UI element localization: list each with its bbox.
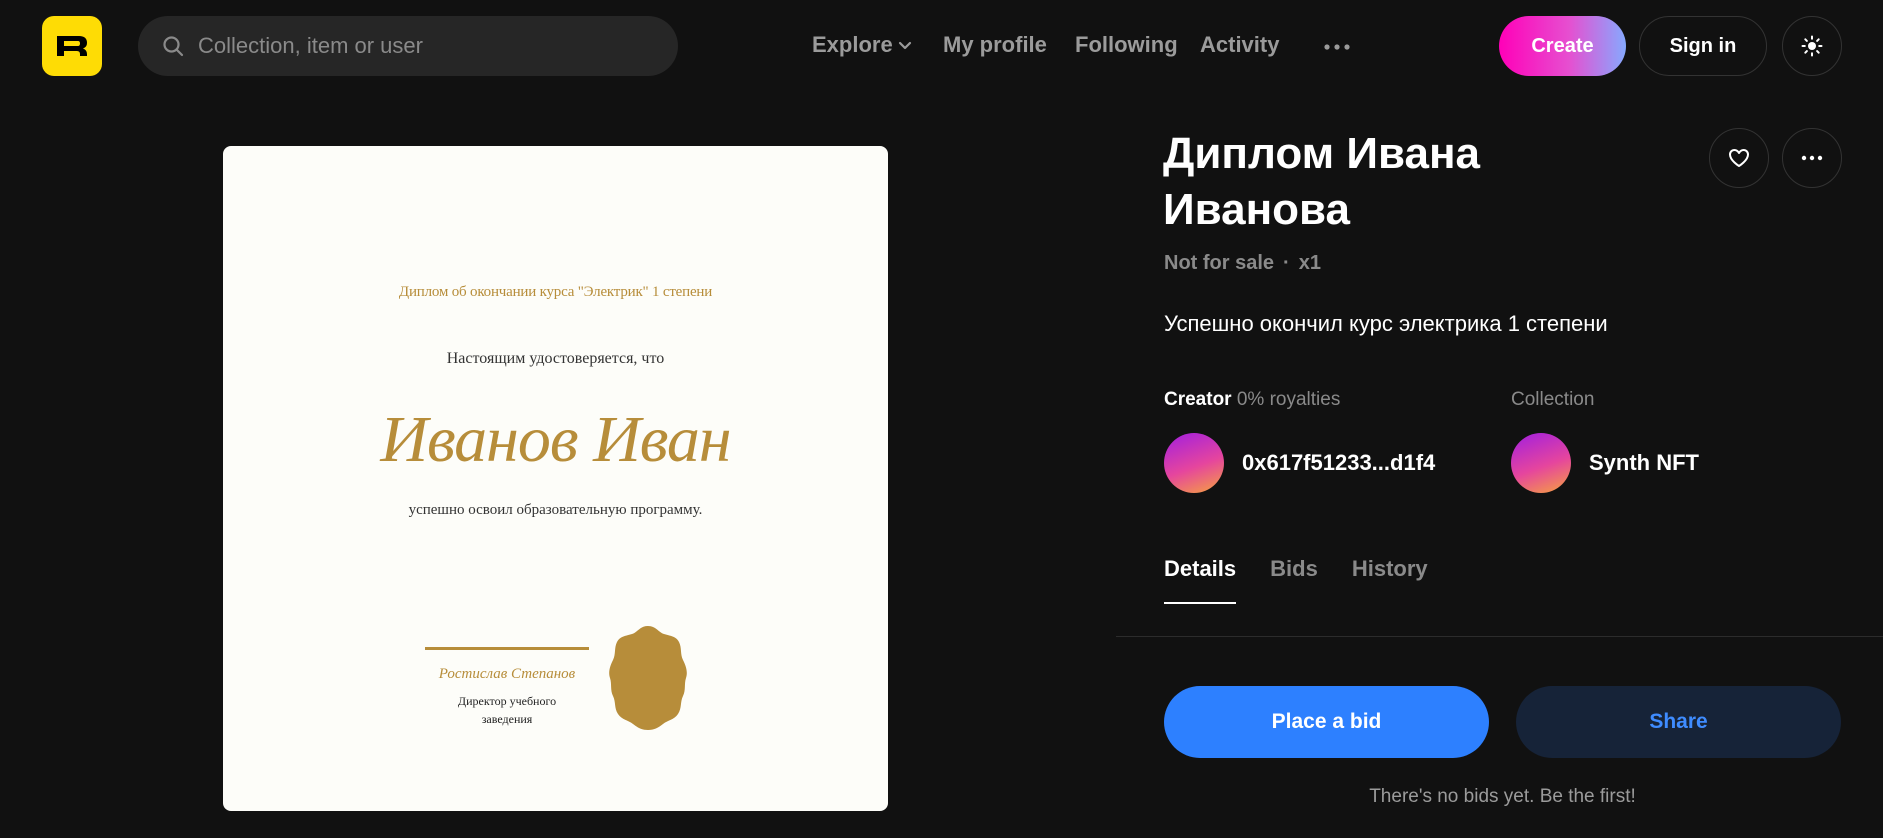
item-options-button[interactable]: [1782, 128, 1842, 188]
no-bids-message: There's no bids yet. Be the first!: [1369, 786, 1636, 807]
item-title-line1: Диплом Ивана: [1163, 129, 1481, 178]
royalties-label: 0% royalties: [1236, 389, 1341, 410]
creator-address: 0x617f51233...d1f4: [1242, 450, 1436, 475]
heart-icon: [1729, 149, 1749, 167]
sign-in-button[interactable]: Sign in: [1639, 16, 1767, 76]
diploma-recipient-name: Иванов Иван: [380, 403, 731, 476]
collection-name: Synth NFT: [1589, 450, 1699, 475]
gold-seal-icon: [609, 626, 687, 730]
sale-status-text: Not for sale: [1164, 252, 1275, 274]
item-description: Успешно окончил курс электрика 1 степени: [1164, 311, 1608, 336]
signature-name: Ростислав Степанов: [438, 666, 576, 682]
nft-artwork-diploma[interactable]: Диплом об окончании курса "Электрик" 1 с…: [223, 146, 888, 811]
create-button[interactable]: Create: [1499, 16, 1626, 76]
tab-history[interactable]: History: [1352, 556, 1428, 604]
collection-link[interactable]: Synth NFT: [1511, 433, 1699, 493]
creator-label-row: Creator 0% royalties: [1164, 389, 1340, 411]
search-icon: [163, 36, 184, 57]
nav-my-profile[interactable]: My profile: [943, 32, 1047, 58]
nav-following[interactable]: Following: [1075, 32, 1178, 58]
creator-label: Creator: [1164, 389, 1232, 410]
item-tabs: Details Bids History: [1164, 556, 1462, 604]
search-input[interactable]: [198, 33, 638, 59]
like-button[interactable]: [1709, 128, 1769, 188]
chevron-down-icon: [898, 41, 911, 50]
collection-avatar: [1511, 433, 1571, 493]
tab-bids[interactable]: Bids: [1270, 556, 1318, 604]
tab-details[interactable]: Details: [1164, 556, 1237, 604]
sun-icon: [1801, 35, 1823, 57]
search-bar[interactable]: [138, 16, 678, 76]
item-title-line2: Иванова: [1163, 185, 1350, 234]
signature-title-line1: Директор учебного: [457, 694, 557, 708]
top-navigation-bar: Explore My profile Following Activity Cr…: [0, 0, 1883, 92]
nav-explore-label: Explore: [812, 32, 893, 57]
creator-link[interactable]: 0x617f51233...d1f4: [1164, 433, 1435, 493]
more-horizontal-icon: [1801, 155, 1823, 161]
rarible-logo-icon[interactable]: [42, 16, 102, 76]
share-button[interactable]: Share: [1516, 686, 1841, 758]
diploma-completion-text: успешно освоил образовательную программу…: [408, 502, 703, 518]
sale-status: Not for sale · x1: [1164, 252, 1321, 275]
separator-dot: ·: [1283, 252, 1290, 274]
collection-label: Collection: [1511, 389, 1595, 410]
diploma-heading: Диплом об окончании курса "Электрик" 1 с…: [398, 284, 713, 300]
nav-explore[interactable]: Explore: [812, 28, 914, 62]
edition-count: x1: [1298, 252, 1321, 274]
place-bid-button[interactable]: Place a bid: [1164, 686, 1489, 758]
creator-avatar: [1164, 433, 1224, 493]
item-title: Диплом Ивана Иванова: [1163, 126, 1563, 238]
signature-title: Директор учебного заведения: [455, 692, 559, 728]
more-horizontal-icon[interactable]: [1320, 30, 1354, 64]
theme-toggle-button[interactable]: [1782, 16, 1842, 76]
signature-title-line2: заведения: [481, 712, 533, 726]
diploma-certifies-text: Настоящим удостоверяется, что: [446, 350, 665, 367]
tabs-divider: [1116, 636, 1883, 637]
signature-line: [425, 647, 589, 650]
nav-activity[interactable]: Activity: [1200, 32, 1279, 58]
